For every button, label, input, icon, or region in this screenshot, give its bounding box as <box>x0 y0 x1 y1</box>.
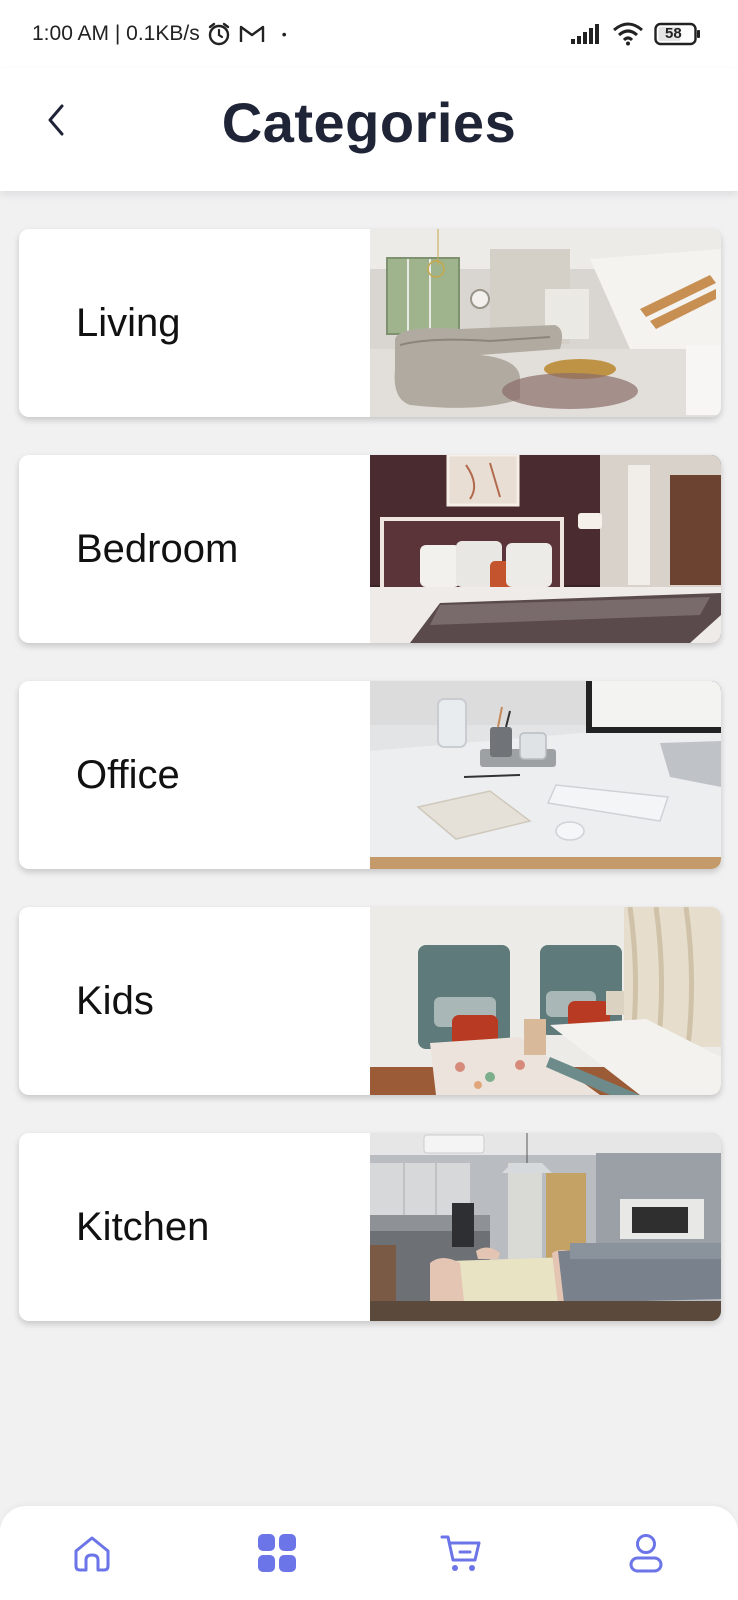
kids-room-photo <box>370 907 721 1095</box>
profile-icon <box>629 1534 663 1573</box>
category-card-office[interactable]: Office <box>19 681 721 869</box>
status-left: 1:00 AM | 0.1KB/s • <box>32 21 287 47</box>
card-label-area: Bedroom <box>19 455 370 643</box>
category-card-kids[interactable]: Kids <box>19 907 721 1095</box>
status-dot: • <box>281 26 287 42</box>
category-label: Bedroom <box>76 526 239 571</box>
nav-categories[interactable] <box>237 1518 317 1588</box>
battery-level: 58 <box>665 25 682 42</box>
category-list: Living Bedroom Office Kids Kitchen <box>19 229 721 1359</box>
page-title: Categories <box>221 91 517 154</box>
card-label-area: Office <box>19 681 370 869</box>
bottom-navigation <box>0 1506 738 1600</box>
nav-home[interactable] <box>52 1518 132 1588</box>
home-icon <box>74 1536 110 1572</box>
category-card-kitchen[interactable]: Kitchen <box>19 1133 721 1321</box>
category-label: Living <box>76 300 181 345</box>
battery-icon: 58 <box>654 22 702 46</box>
category-label: Kids <box>76 978 154 1023</box>
office-desk-photo <box>370 681 721 869</box>
card-label-area: Kids <box>19 907 370 1095</box>
alarm-icon <box>206 21 232 47</box>
cart-icon <box>440 1535 481 1571</box>
category-label: Kitchen <box>76 1204 210 1249</box>
category-card-living[interactable]: Living <box>19 229 721 417</box>
status-right: 58 <box>570 22 702 46</box>
wifi-icon <box>612 22 644 46</box>
category-label: Office <box>76 752 180 797</box>
kitchen-photo <box>370 1133 721 1321</box>
categories-grid-icon <box>257 1534 296 1572</box>
app-header: Categories <box>0 68 738 191</box>
signal-icon <box>570 23 602 45</box>
living-room-photo <box>370 229 721 417</box>
category-card-bedroom[interactable]: Bedroom <box>19 455 721 643</box>
nav-profile[interactable] <box>606 1518 686 1588</box>
nav-cart[interactable] <box>421 1518 501 1588</box>
card-label-area: Kitchen <box>19 1133 370 1321</box>
status-time: 1:00 AM | 0.1KB/s <box>32 22 200 45</box>
card-label-area: Living <box>19 229 370 417</box>
bedroom-photo <box>370 455 721 643</box>
status-bar: 1:00 AM | 0.1KB/s • 58 <box>0 0 738 68</box>
gmail-icon <box>238 23 266 45</box>
